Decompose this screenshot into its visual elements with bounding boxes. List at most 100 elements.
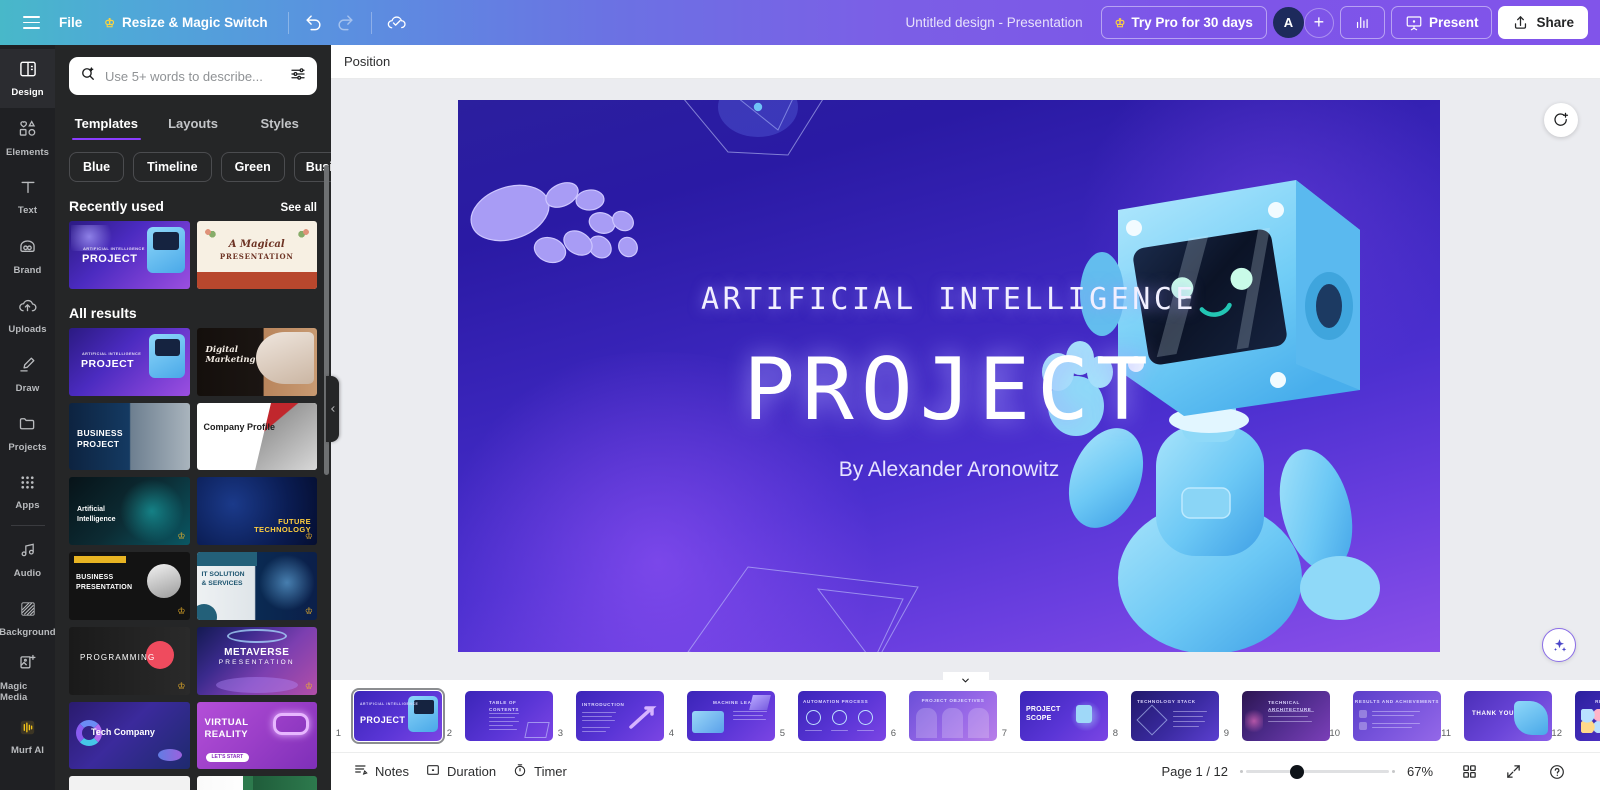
recently-used-see-all[interactable]: See all <box>281 202 317 214</box>
tab-styles[interactable]: Styles <box>238 109 321 140</box>
slide-title[interactable]: PROJECT <box>458 340 1440 440</box>
add-comment-icon[interactable] <box>1544 103 1578 137</box>
sidebar-item-design[interactable]: Design <box>0 49 55 108</box>
slide-item[interactable]: THANK YOU! 11 <box>1441 691 1552 741</box>
sidebar-item-audio[interactable]: Audio <box>0 530 55 589</box>
page-indicator[interactable]: Page 1 / 12 <box>1162 764 1229 779</box>
slide-item[interactable]: TECHNICAL ARCHITECTURE 9 <box>1224 691 1330 741</box>
cloud-saved-icon[interactable] <box>381 7 413 39</box>
template-thumbnail[interactable]: ARTIFICIAL INTELLIGENCE PROJECT <box>69 327 190 396</box>
slide-thumbnail[interactable]: TABLE OF CONTENTS <box>465 691 553 741</box>
zoom-knob[interactable] <box>1290 764 1304 779</box>
slide-thumbnail[interactable]: AUTOMATION PROCESS <box>798 691 886 741</box>
strip-collapse-button[interactable] <box>942 672 989 689</box>
slide-item[interactable]: PROJECT SCOPE 7 <box>1002 691 1108 741</box>
sidebar-item-apps[interactable]: Apps <box>0 462 55 521</box>
slide-thumbnail[interactable]: TECHNOLOGY STACK <box>1131 691 1219 741</box>
template-title: IT SOLUTION & SERVICES <box>201 571 245 588</box>
slide-thumbnail[interactable]: TECHNICAL ARCHITECTURE <box>1242 691 1330 741</box>
slide-item[interactable]: PROJECT OBJECTIVES 6 <box>891 691 997 741</box>
timer-button[interactable]: Timer <box>504 758 575 786</box>
template-thumbnail[interactable]: Company Profile <box>196 402 317 471</box>
template-thumbnail[interactable]: Artificial Intelligence ♔ <box>69 477 190 546</box>
help-question-icon[interactable] <box>1541 756 1573 788</box>
template-thumbnail[interactable]: BUSINESS PROJECT <box>69 402 190 471</box>
expand-fullscreen-icon[interactable] <box>1497 756 1529 788</box>
sidebar-item-brand[interactable]: Brand <box>0 226 55 285</box>
document-title[interactable]: Untitled design - Presentation <box>894 15 1095 30</box>
sidebar-item-uploads[interactable]: Uploads <box>0 285 55 344</box>
slide-thumbnail[interactable]: PROJECT SCOPE <box>1020 691 1108 741</box>
sidebar-item-draw[interactable]: Draw <box>0 344 55 403</box>
chip-green[interactable]: Green <box>220 152 285 182</box>
slide-thumbnail[interactable]: THANK YOU! <box>1464 691 1552 741</box>
sidebar-item-background[interactable]: Background <box>0 589 55 648</box>
slide-number: 6 <box>890 728 896 739</box>
avatar[interactable]: A <box>1272 7 1304 38</box>
resize-magic-switch-button[interactable]: ♔ Resize & Magic Switch <box>93 8 278 38</box>
slide-thumbnail[interactable]: ARTIFICIAL INTELLIGENCE PROJECT <box>350 687 446 745</box>
toolbar-divider <box>287 11 289 34</box>
sidebar-item-text[interactable]: Text <box>0 167 55 226</box>
zoom-level[interactable]: 67% <box>1407 764 1441 779</box>
position-button[interactable]: Position <box>344 54 390 69</box>
tab-templates[interactable]: Templates <box>65 109 148 140</box>
template-thumbnail[interactable]: BUSINESS PROJECT <box>69 776 190 790</box>
slide-thumbnail-strip[interactable]: ARTIFICIAL INTELLIGENCE PROJECT 1 TABLE … <box>331 680 1600 752</box>
insights-button[interactable] <box>1339 6 1385 39</box>
template-thumbnail[interactable]: METAVERSE PRESENTATION ♔ <box>196 626 317 695</box>
slide-item[interactable]: TECHNOLOGY STACK 8 <box>1113 691 1219 741</box>
slide-thumbnail[interactable]: INTRODUCTION <box>576 691 664 741</box>
slide-thumbnail[interactable]: RESOURCE PAGE <box>1575 691 1600 741</box>
add-collaborator-button[interactable]: + <box>1303 7 1334 38</box>
slide-item[interactable]: RESOURCE PAGE 12 <box>1551 691 1600 741</box>
search-input[interactable] <box>105 68 281 84</box>
slide-subtitle[interactable]: By Alexander Aronowitz <box>458 458 1440 482</box>
slide-thumbnail[interactable]: PROJECT OBJECTIVES <box>909 691 997 741</box>
template-thumbnail[interactable]: ARTIFICIAL INTELLIGENCE PROJECT <box>69 221 190 289</box>
zoom-slider[interactable] <box>1240 764 1395 779</box>
slide-item[interactable]: AUTOMATION PROCESS 5 <box>780 691 886 741</box>
try-pro-button[interactable]: ♔ Try Pro for 30 days <box>1100 6 1267 39</box>
template-thumbnail[interactable]: VIRTUAL REALITY LET'S START <box>196 701 317 770</box>
share-button[interactable]: Share <box>1498 6 1588 39</box>
panel-collapse-handle[interactable] <box>326 376 339 442</box>
template-thumbnail[interactable]: BUSINESS PRESENTATION ♔ <box>69 552 190 620</box>
slide-thumbnail[interactable]: MACHINE LEARNING <box>687 691 775 741</box>
filter-sliders-icon[interactable] <box>289 65 307 88</box>
grid-view-icon[interactable] <box>1453 756 1485 788</box>
chip-blue[interactable]: Blue <box>69 152 125 182</box>
present-button[interactable]: Present <box>1390 6 1493 39</box>
template-thumbnail[interactable]: Digital Marketing <box>196 327 317 396</box>
hamburger-icon[interactable] <box>14 6 48 40</box>
template-thumbnail[interactable]: FUTURE TECHNOLOGY ♔ <box>196 477 317 546</box>
slide-item[interactable]: INTRODUCTION 3 <box>558 691 664 741</box>
template-thumbnail[interactable]: PROGRAMMING ♔ <box>69 626 190 695</box>
sidebar-item-elements[interactable]: Elements <box>0 108 55 167</box>
search-box[interactable] <box>69 57 317 95</box>
sidebar-item-magic-media[interactable]: Magic Media <box>0 648 55 707</box>
duration-button[interactable]: Duration <box>417 758 504 786</box>
slide-item[interactable]: TABLE OF CONTENTS 2 <box>447 691 553 741</box>
template-thumbnail[interactable]: IT SOLUTION & SERVICES ♔ <box>196 552 317 620</box>
magic-sparkle-icon[interactable] <box>1542 628 1576 662</box>
undo-icon[interactable] <box>298 7 330 39</box>
chip-timeline[interactable]: Timeline <box>133 152 212 182</box>
canvas-area[interactable]: ARTIFICIAL INTELLIGENCE PROJECT By Alexa… <box>331 79 1600 680</box>
slide-item[interactable]: ARTIFICIAL INTELLIGENCE PROJECT 1 <box>336 687 446 745</box>
slide-thumbnail[interactable]: RESULTS AND ACHIEVEMENTS <box>1353 691 1441 741</box>
slide-item[interactable]: MACHINE LEARNING 4 <box>669 691 775 741</box>
template-thumbnail[interactable]: BUSINESS PROPOSAL <box>196 776 317 790</box>
slide-item[interactable]: RESULTS AND ACHIEVEMENTS 10 <box>1329 691 1441 741</box>
redo-icon[interactable] <box>330 7 362 39</box>
draw-icon <box>17 354 38 380</box>
template-thumbnail[interactable]: Tech Company <box>69 701 190 770</box>
slide-eyebrow[interactable]: ARTIFICIAL INTELLIGENCE <box>458 282 1440 317</box>
sidebar-item-murf-ai[interactable]: Murf AI <box>0 707 55 766</box>
slide-canvas[interactable]: ARTIFICIAL INTELLIGENCE PROJECT By Alexa… <box>458 100 1440 652</box>
notes-button[interactable]: Notes <box>345 758 417 786</box>
template-thumbnail[interactable]: A Magical PRESENTATION <box>196 221 317 289</box>
sidebar-item-projects[interactable]: Projects <box>0 403 55 462</box>
file-menu-button[interactable]: File <box>48 8 93 38</box>
tab-layouts[interactable]: Layouts <box>152 109 235 140</box>
